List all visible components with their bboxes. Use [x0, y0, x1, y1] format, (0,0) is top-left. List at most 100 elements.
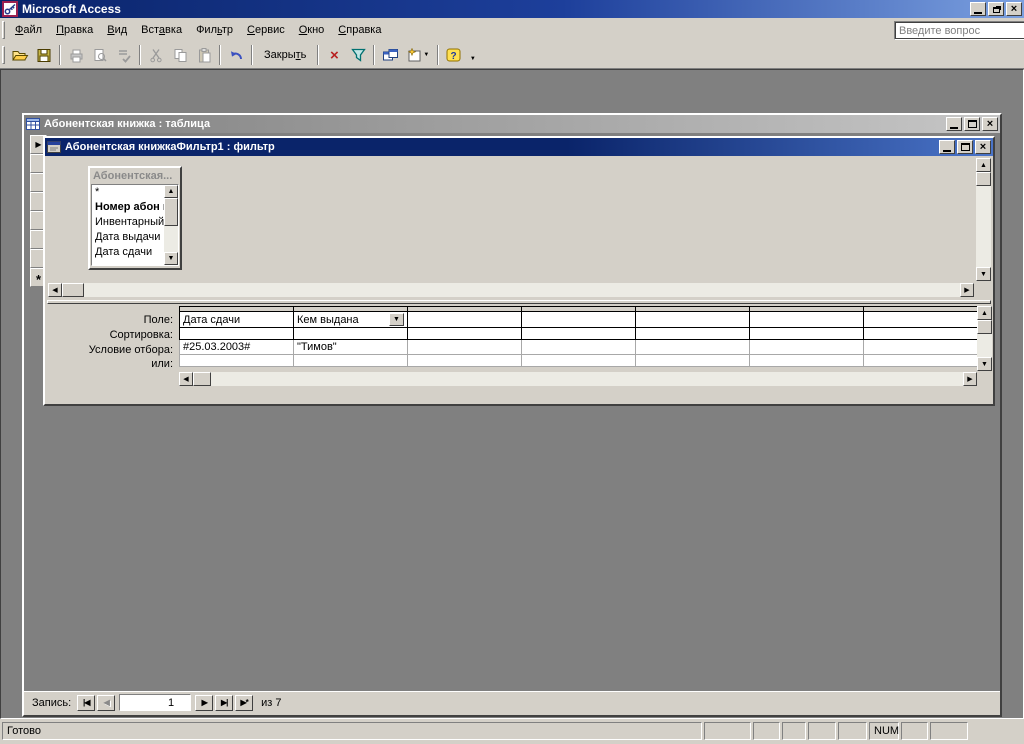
database-window-button[interactable] [378, 44, 402, 66]
scrollbar-thumb[interactable] [976, 172, 991, 186]
scroll-down-button[interactable]: ▼ [977, 357, 992, 371]
field-cell[interactable] [863, 311, 978, 328]
field-cell[interactable] [521, 311, 636, 328]
print-button[interactable] [64, 44, 88, 66]
or-cell[interactable] [749, 354, 864, 367]
scroll-up-button[interactable]: ▲ [977, 306, 992, 320]
menu-insert[interactable]: Вставка [134, 21, 189, 39]
criteria-cell[interactable] [635, 339, 750, 355]
cut-button[interactable] [144, 44, 168, 66]
next-record-button[interactable]: ▶ [195, 694, 214, 711]
menubar-grip[interactable] [2, 20, 5, 39]
scroll-left-button[interactable]: ◀ [179, 372, 193, 386]
criteria-cell[interactable] [407, 339, 522, 355]
scrollbar-thumb[interactable] [164, 198, 178, 226]
first-record-button[interactable]: |◀ [77, 694, 96, 711]
new-record-button[interactable]: ▶* [235, 694, 254, 711]
menu-file[interactable]: Файл [8, 21, 49, 39]
scroll-right-button[interactable]: ▶ [963, 372, 977, 386]
app-minimize-button[interactable] [970, 2, 986, 16]
field-list-item-asterisk[interactable]: * [92, 185, 164, 200]
save-button[interactable] [32, 44, 56, 66]
field-list-item[interactable]: Дата сдачи [92, 245, 164, 260]
scrollbar-thumb[interactable] [62, 283, 84, 297]
sort-cell[interactable] [407, 327, 522, 340]
menu-view[interactable]: Вид [100, 21, 134, 39]
scrollbar-thumb[interactable] [977, 320, 992, 334]
copy-button[interactable] [168, 44, 192, 66]
field-cell[interactable]: Дата сдачи [179, 311, 294, 328]
help-button[interactable]: ? [442, 44, 466, 66]
delete-button[interactable]: × [322, 44, 346, 66]
scroll-left-button[interactable]: ◀ [48, 283, 62, 297]
menu-window[interactable]: Окно [292, 21, 332, 39]
new-object-button[interactable]: ▼ [402, 44, 434, 66]
close-filter-button[interactable]: Закры т ь [256, 44, 314, 66]
menu-help[interactable]: Справка [331, 21, 388, 39]
minimize-icon [950, 127, 958, 129]
ask-question-input[interactable] [894, 21, 1024, 40]
open-button[interactable] [8, 44, 32, 66]
field-list-item[interactable]: Дата выдачи [92, 230, 164, 245]
criteria-cell[interactable] [863, 339, 978, 355]
filter-close-button[interactable]: × [975, 140, 991, 154]
app-titlebar[interactable]: Microsoft Access × [0, 0, 1024, 18]
field-cell[interactable] [635, 311, 750, 328]
scrollbar-track[interactable] [211, 372, 963, 386]
sort-cell[interactable] [749, 327, 864, 340]
app-restore-button[interactable] [988, 2, 1004, 16]
field-list-item[interactable]: Инвентарный [92, 215, 164, 230]
field-list-item[interactable]: Номер абон к [92, 200, 164, 215]
app-close-button[interactable]: × [1006, 2, 1022, 16]
pane-splitter[interactable] [46, 298, 992, 306]
sort-cell[interactable] [521, 327, 636, 340]
menu-filter[interactable]: Фильтр [189, 21, 240, 39]
or-cell[interactable] [293, 354, 408, 367]
scroll-up-button[interactable]: ▲ [164, 185, 178, 198]
paste-button[interactable] [192, 44, 216, 66]
filter-window: Абонентская книжкаФильтр1 : фильтр × Або… [43, 136, 995, 406]
field-cell[interactable] [407, 311, 522, 328]
sort-cell[interactable] [179, 327, 294, 340]
splitter-bar [47, 300, 991, 304]
scroll-down-button[interactable]: ▼ [164, 252, 178, 265]
filter-maximize-button[interactable] [957, 140, 973, 154]
print-preview-button[interactable] [88, 44, 112, 66]
menu-edit[interactable]: Правка [49, 21, 100, 39]
scroll-right-button[interactable]: ▶ [960, 283, 974, 297]
table-maximize-button[interactable] [964, 117, 980, 131]
filter-window-titlebar[interactable]: Абонентская книжкаФильтр1 : фильтр × [45, 138, 993, 156]
scroll-down-button[interactable]: ▼ [976, 267, 991, 281]
sort-cell[interactable] [635, 327, 750, 340]
apply-filter-button[interactable] [346, 44, 370, 66]
criteria-cell[interactable]: "Тимов" [293, 339, 408, 355]
toolbar-options-button[interactable]: ▼ [466, 44, 478, 66]
criteria-cell[interactable] [521, 339, 636, 355]
undo-button[interactable] [224, 44, 248, 66]
filter-minimize-button[interactable] [939, 140, 955, 154]
toolbar-grip[interactable] [2, 46, 5, 64]
sort-cell[interactable] [863, 327, 978, 340]
or-cell[interactable] [407, 354, 522, 367]
scrollbar-thumb[interactable] [193, 372, 211, 386]
field-cell[interactable] [749, 311, 864, 328]
sort-cell[interactable] [293, 327, 408, 340]
or-cell[interactable] [179, 354, 294, 367]
scroll-up-button[interactable]: ▲ [976, 158, 991, 172]
field-cell-combo[interactable]: Кем выдана ▼ [293, 311, 408, 328]
last-record-button[interactable]: ▶| [215, 694, 234, 711]
criteria-cell[interactable]: #25.03.2003# [179, 339, 294, 355]
scrollbar-track[interactable] [84, 283, 960, 297]
spelling-button[interactable] [112, 44, 136, 66]
or-cell[interactable] [635, 354, 750, 367]
table-close-button[interactable]: × [982, 117, 998, 131]
table-minimize-button[interactable] [946, 117, 962, 131]
or-cell[interactable] [521, 354, 636, 367]
table-window-titlebar[interactable]: Абонентская книжка : таблица × [24, 115, 1000, 133]
or-cell[interactable] [863, 354, 978, 367]
criteria-cell[interactable] [749, 339, 864, 355]
previous-record-button[interactable]: ◀ [97, 694, 116, 711]
current-record-input[interactable] [119, 694, 192, 711]
field-dropdown-button[interactable]: ▼ [389, 313, 404, 326]
menu-tools[interactable]: Сервис [240, 21, 292, 39]
